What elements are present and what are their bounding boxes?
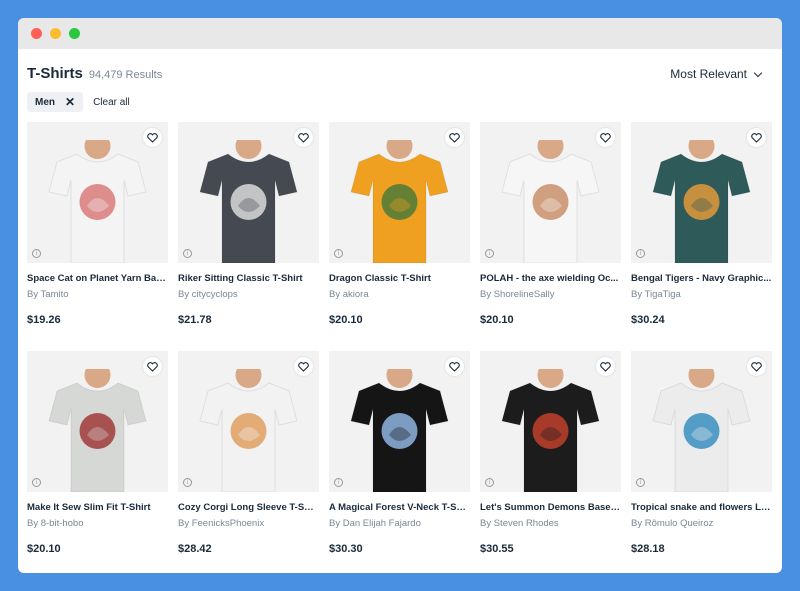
tshirt-image [48,140,147,263]
close-icon[interactable]: ✕ [65,95,75,109]
product-card[interactable]: i Bengal Tigers - Navy Graphic... By Tig… [631,122,772,351]
heart-icon[interactable] [445,357,464,376]
product-image[interactable]: i [631,351,772,492]
info-icon[interactable]: i [485,249,494,258]
product-artist[interactable]: By citycyclops [178,289,319,300]
filter-chip-label: Men [35,96,55,108]
product-name[interactable]: POLAH - the axe wielding Oc... [480,273,621,284]
tshirt-image [199,140,298,263]
product-price: $20.10 [329,314,363,326]
product-image[interactable]: i [27,351,168,492]
product-image[interactable]: i [27,122,168,263]
info-icon[interactable]: i [183,249,192,258]
close-window-button[interactable] [31,28,42,39]
heart-icon[interactable] [294,128,313,147]
product-card[interactable]: i A Magical Forest V-Neck T-Sh... By Dan… [329,351,470,573]
product-artist[interactable]: By Dan Elijah Fajardo [329,518,470,529]
product-price: $20.10 [27,543,61,555]
tshirt-image [652,140,751,263]
title-group: T-Shirts 94,479 Results [27,65,162,82]
tshirt-image [501,140,600,263]
tshirt-image [350,369,449,492]
browser-window: T-Shirts 94,479 Results Most Relevant Me… [18,18,782,573]
product-card[interactable]: i Tropical snake and flowers Lo... By Rô… [631,351,772,573]
product-name[interactable]: Tropical snake and flowers Lo... [631,502,772,513]
title-bar [18,18,782,49]
product-name[interactable]: Make It Sew Slim Fit T-Shirt [27,502,168,513]
minimize-window-button[interactable] [50,28,61,39]
info-icon[interactable]: i [334,249,343,258]
product-image[interactable]: i [480,351,621,492]
product-price: $21.78 [178,314,212,326]
heart-icon[interactable] [143,357,162,376]
chevron-down-icon [753,68,763,77]
heart-icon[interactable] [596,357,615,376]
heart-icon[interactable] [294,357,313,376]
heart-icon[interactable] [596,128,615,147]
active-filters: Men ✕ Clear all [27,92,773,112]
product-artist[interactable]: By TigaTiga [631,289,772,300]
product-artist[interactable]: By Tamito [27,289,168,300]
clear-all-link[interactable]: Clear all [93,97,130,108]
product-image[interactable]: i [480,122,621,263]
product-name[interactable]: Let's Summon Demons Baseb... [480,502,621,513]
results-count: 94,479 Results [88,69,163,81]
product-name[interactable]: A Magical Forest V-Neck T-Sh... [329,502,470,513]
product-card[interactable]: i Space Cat on Planet Yarn Ball... By Ta… [27,122,168,351]
heart-icon[interactable] [445,128,464,147]
page-title: T-Shirts [27,65,83,82]
product-price: $28.18 [631,543,665,555]
product-card[interactable]: i Cozy Corgi Long Sleeve T-Shirt By Feen… [178,351,319,573]
info-icon[interactable]: i [32,249,41,258]
product-artist[interactable]: By Rômulo Queiroz [631,518,772,529]
info-icon[interactable]: i [334,478,343,487]
tshirt-image [652,369,751,492]
info-icon[interactable]: i [636,249,645,258]
product-image[interactable]: i [631,122,772,263]
tshirt-image [199,369,298,492]
product-artist[interactable]: By ShorelineSally [480,289,621,300]
product-artist[interactable]: By akiora [329,289,470,300]
tshirt-image [350,140,449,263]
info-icon[interactable]: i [636,478,645,487]
info-icon[interactable]: i [32,478,41,487]
product-card[interactable]: i Let's Summon Demons Baseb... By Steven… [480,351,621,573]
heart-icon[interactable] [747,357,766,376]
product-name[interactable]: Dragon Classic T-Shirt [329,273,470,284]
product-card[interactable]: i POLAH - the axe wielding Oc... By Shor… [480,122,621,351]
sort-dropdown[interactable]: Most Relevant [670,67,763,81]
product-grid: i Space Cat on Planet Yarn Ball... By Ta… [27,122,773,573]
sort-label: Most Relevant [670,67,747,81]
product-card[interactable]: i Riker Sitting Classic T-Shirt By cityc… [178,122,319,351]
product-price: $30.30 [329,543,363,555]
product-image[interactable]: i [178,351,319,492]
product-price: $19.26 [27,314,61,326]
product-card[interactable]: i Make It Sew Slim Fit T-Shirt By 8-bit-… [27,351,168,573]
heart-icon[interactable] [143,128,162,147]
product-artist[interactable]: By Steven Rhodes [480,518,621,529]
product-price: $28.42 [178,543,212,555]
product-name[interactable]: Riker Sitting Classic T-Shirt [178,273,319,284]
tshirt-image [48,369,147,492]
product-name[interactable]: Space Cat on Planet Yarn Ball... [27,273,168,284]
product-price: $30.55 [480,543,514,555]
product-image[interactable]: i [329,351,470,492]
page-content: T-Shirts 94,479 Results Most Relevant Me… [18,49,782,573]
product-name[interactable]: Bengal Tigers - Navy Graphic... [631,273,772,284]
product-image[interactable]: i [329,122,470,263]
product-price: $30.24 [631,314,665,326]
tshirt-image [501,369,600,492]
maximize-window-button[interactable] [69,28,80,39]
product-artist[interactable]: By FeenicksPhoenix [178,518,319,529]
product-price: $20.10 [480,314,514,326]
info-icon[interactable]: i [183,478,192,487]
product-artist[interactable]: By 8-bit-hobo [27,518,168,529]
product-name[interactable]: Cozy Corgi Long Sleeve T-Shirt [178,502,319,513]
filter-chip-men[interactable]: Men ✕ [27,92,84,112]
results-header: T-Shirts 94,479 Results Most Relevant [27,49,773,89]
product-image[interactable]: i [178,122,319,263]
heart-icon[interactable] [747,128,766,147]
product-card[interactable]: i Dragon Classic T-Shirt By akiora $20.1… [329,122,470,351]
info-icon[interactable]: i [485,478,494,487]
